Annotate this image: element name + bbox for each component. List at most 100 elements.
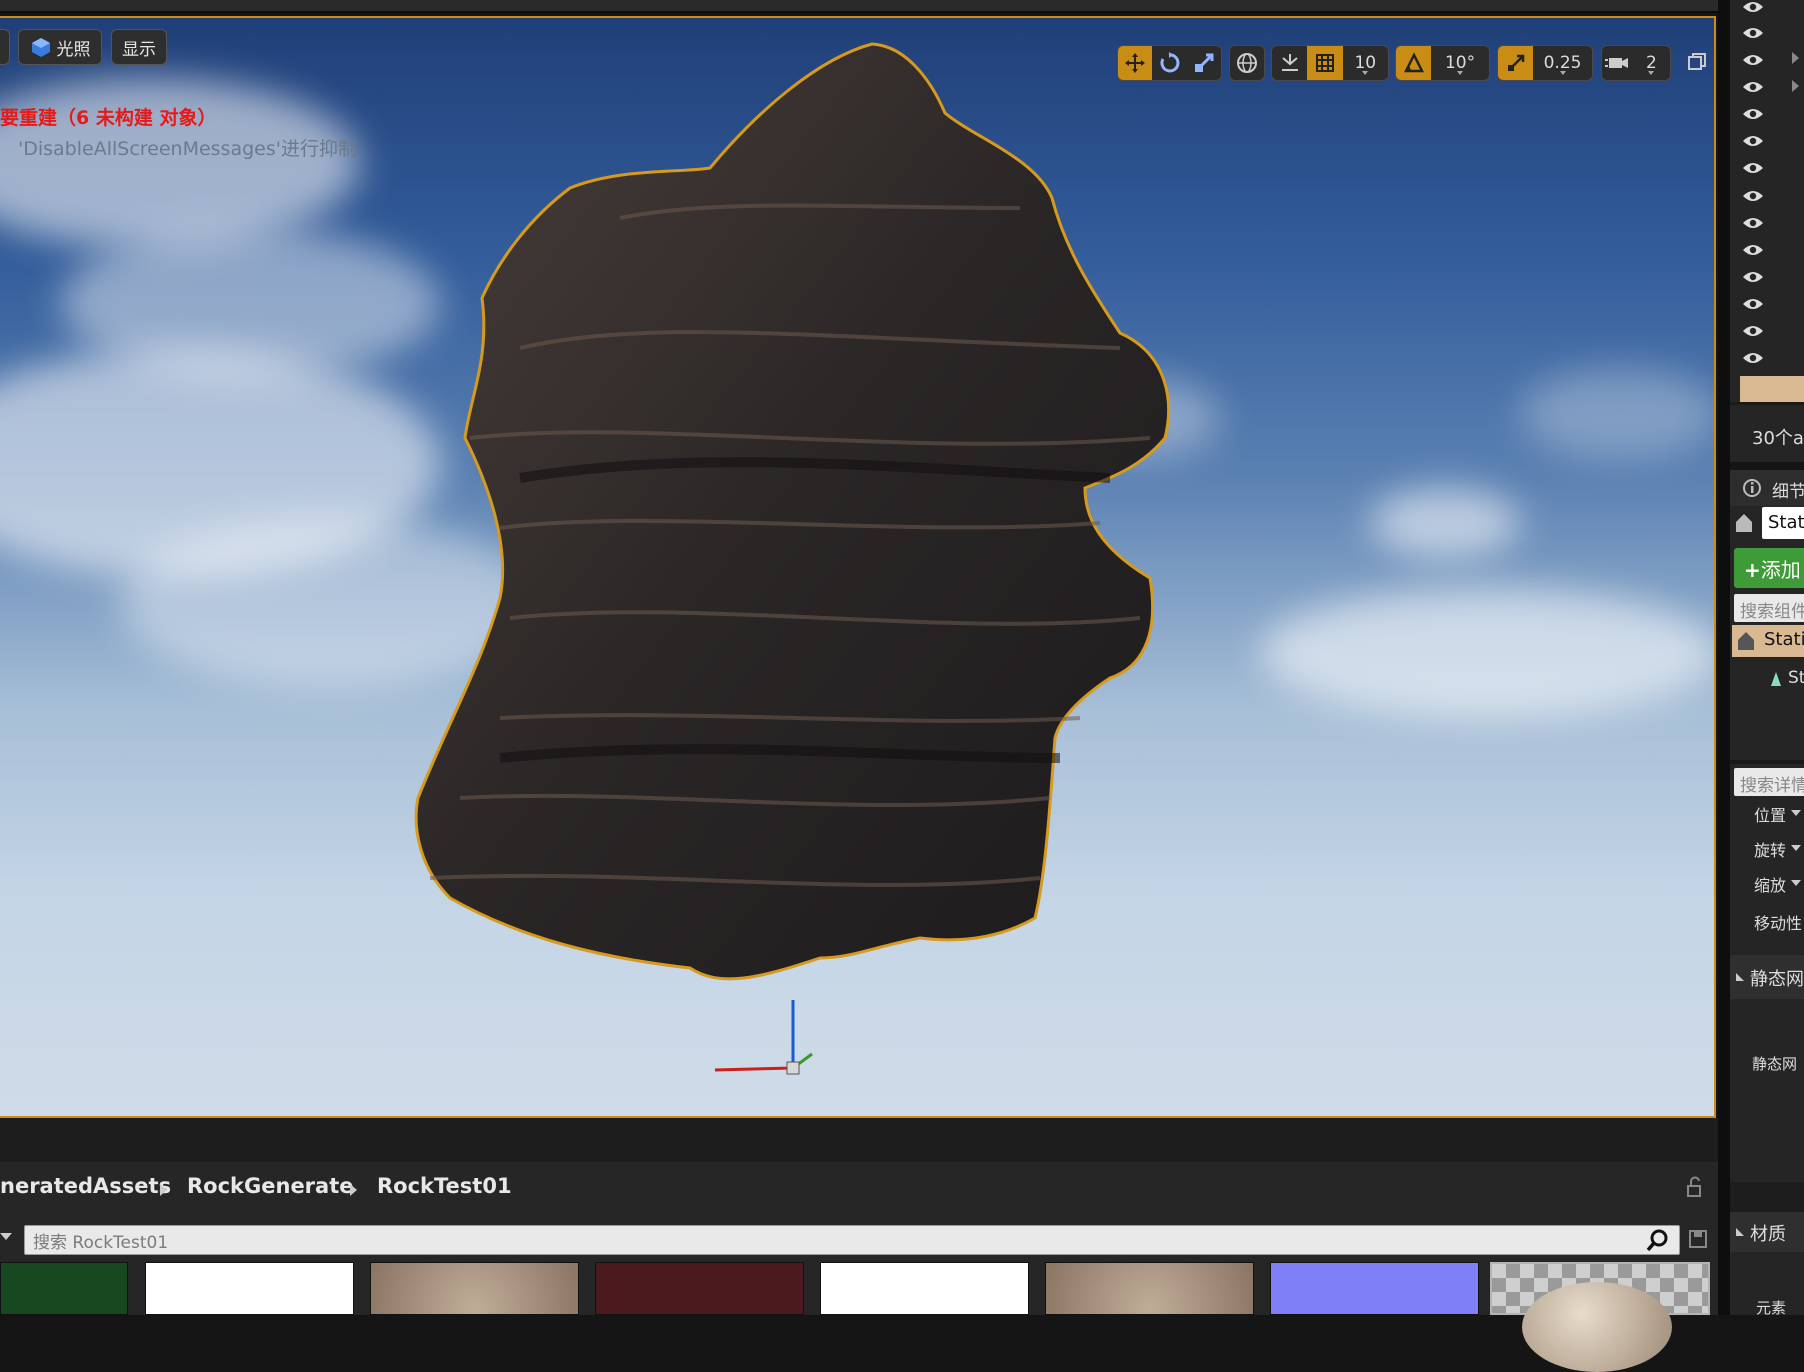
rotation-snap-group: 10° — [1395, 45, 1490, 81]
add-component-button[interactable]: +添加 — [1734, 548, 1804, 588]
static-mesh-section-label: 静态网 — [1750, 969, 1804, 990]
search-details-input[interactable]: 搜索详情 — [1734, 768, 1804, 796]
element-label: 元素 — [1756, 1299, 1787, 1315]
breadcrumb-item[interactable]: neratedAssets — [0, 1174, 171, 1198]
rock-outline — [414, 42, 1171, 981]
static-mesh-icon — [1771, 672, 1781, 686]
asset-thumbnail[interactable] — [370, 1262, 579, 1315]
grid-snap-icon[interactable] — [1307, 46, 1343, 80]
rebuild-warning-text: 要重建（6 未构建 对象） — [0, 107, 217, 129]
eye-icon[interactable] — [1742, 80, 1764, 94]
outliner-actor-count: 30个ac — [1752, 428, 1804, 449]
transform-tools-group — [1117, 45, 1222, 81]
camera-speed-icon[interactable] — [1602, 46, 1633, 80]
expand-arrow-icon[interactable] — [1792, 52, 1799, 64]
filter-dropdown-icon[interactable] — [0, 1233, 12, 1240]
asset-thumbnail[interactable] — [1045, 1262, 1254, 1315]
gizmo-pivot[interactable] — [786, 1061, 800, 1075]
maximize-viewport-icon[interactable] — [1688, 53, 1706, 71]
material-preview-sphere — [1522, 1282, 1672, 1372]
actor-icon — [1736, 514, 1752, 532]
rotation-snap-icon[interactable] — [1396, 46, 1432, 80]
details-tab[interactable]: 细节 — [1730, 470, 1804, 506]
asset-thumbnail[interactable] — [145, 1262, 354, 1315]
gizmo-x-axis[interactable] — [714, 1066, 794, 1072]
suppress-hint-text: 'DisableAllScreenMessages'进行抑制 — [18, 138, 357, 160]
eye-icon[interactable] — [1742, 243, 1764, 257]
scale-snap-icon[interactable] — [1498, 46, 1534, 80]
show-flags-button[interactable]: 显示 — [111, 29, 167, 65]
collapse-arrow-icon — [1736, 973, 1744, 981]
eye-icon[interactable] — [1742, 53, 1764, 67]
breadcrumb-item[interactable]: RockTest01 — [377, 1174, 512, 1198]
eye-icon[interactable] — [1742, 189, 1764, 203]
info-icon — [1743, 479, 1761, 497]
eye-icon[interactable] — [1742, 161, 1764, 175]
rotation-snap-value[interactable]: 10° — [1431, 46, 1489, 80]
camera-speed-value[interactable]: 2 — [1633, 46, 1670, 80]
breadcrumb-separator-icon[interactable] — [160, 1184, 167, 1196]
outliner-selected-row[interactable] — [1740, 376, 1804, 403]
scale-snap-group: 0.25 — [1497, 45, 1593, 81]
expand-arrow-icon[interactable] — [1792, 80, 1799, 92]
grid-snap-value[interactable]: 10 — [1343, 46, 1388, 80]
panel-gap — [1730, 462, 1804, 470]
details-divider — [1730, 760, 1804, 764]
world-local-icon[interactable] — [1230, 46, 1264, 80]
scale-tool-icon[interactable] — [1187, 46, 1221, 80]
component-child-label[interactable]: St — [1788, 668, 1804, 688]
eye-icon[interactable] — [1742, 26, 1764, 40]
eye-icon[interactable] — [1742, 324, 1764, 338]
show-flags-label: 显示 — [122, 39, 156, 60]
viewport-options-button[interactable] — [0, 29, 10, 65]
lit-sphere-icon — [31, 38, 50, 57]
eye-icon[interactable] — [1742, 297, 1764, 311]
asset-thumbnail-selected[interactable] — [1490, 1262, 1710, 1372]
plus-icon: + — [1744, 558, 1761, 582]
coordinate-space-group — [1229, 45, 1265, 81]
eye-icon[interactable] — [1742, 270, 1764, 284]
panel-splitter[interactable] — [1718, 0, 1730, 1315]
save-icon[interactable] — [1688, 1229, 1708, 1249]
breadcrumb-separator-icon[interactable] — [350, 1184, 357, 1196]
eye-icon[interactable] — [1742, 107, 1764, 121]
asset-thumbnail[interactable] — [0, 1262, 128, 1315]
rock-mesh[interactable] — [0, 18, 1716, 1118]
search-icon[interactable] — [1645, 1227, 1671, 1253]
menu-strip — [0, 0, 1718, 13]
collapse-arrow-icon — [1736, 1228, 1744, 1236]
eye-icon[interactable] — [1742, 0, 1764, 14]
rotation-dropdown-icon[interactable] — [1791, 845, 1801, 851]
lighting-mode-button[interactable]: 光照 — [18, 29, 102, 65]
add-component-label: 添加 — [1760, 558, 1801, 582]
search-components-input[interactable]: 搜索组件 — [1734, 594, 1804, 622]
move-tool-icon[interactable] — [1118, 46, 1153, 80]
details-gap — [1730, 1182, 1804, 1212]
rotation-label: 旋转 — [1754, 841, 1787, 860]
actor-name-field[interactable]: Stat — [1762, 507, 1804, 539]
eye-icon[interactable] — [1742, 134, 1764, 148]
materials-section-header[interactable]: 材质 — [1730, 1212, 1804, 1252]
grid-snap-group: 10 — [1271, 45, 1389, 81]
panel-gap — [0, 1118, 1718, 1162]
lock-icon[interactable] — [1686, 1176, 1704, 1198]
scale-dropdown-icon[interactable] — [1791, 880, 1801, 886]
asset-thumbnail[interactable] — [595, 1262, 804, 1315]
scale-snap-value[interactable]: 0.25 — [1533, 46, 1592, 80]
breadcrumb-item[interactable]: RockGenerate — [187, 1174, 354, 1198]
component-root-label: Stati — [1764, 629, 1804, 650]
surface-snap-icon[interactable] — [1272, 46, 1307, 80]
asset-thumbnail[interactable] — [1270, 1262, 1479, 1315]
level-viewport[interactable]: 光照 显示 要重建（6 未构建 对象） 'DisableAllScreenMes… — [0, 16, 1716, 1118]
outliner-divider — [1730, 402, 1804, 405]
rotate-tool-icon[interactable] — [1152, 46, 1186, 80]
mobility-label: 移动性 — [1754, 914, 1803, 933]
asset-thumbnail[interactable] — [820, 1262, 1029, 1315]
content-search-input[interactable]: 搜索 RockTest01 — [24, 1225, 1680, 1255]
static-mesh-property-label: 静态网 — [1752, 1055, 1798, 1073]
component-root-row[interactable]: Stati — [1732, 625, 1804, 657]
eye-icon[interactable] — [1742, 351, 1764, 365]
static-mesh-section-header[interactable]: 静态网 — [1730, 955, 1804, 999]
eye-icon[interactable] — [1742, 216, 1764, 230]
location-dropdown-icon[interactable] — [1791, 810, 1801, 816]
